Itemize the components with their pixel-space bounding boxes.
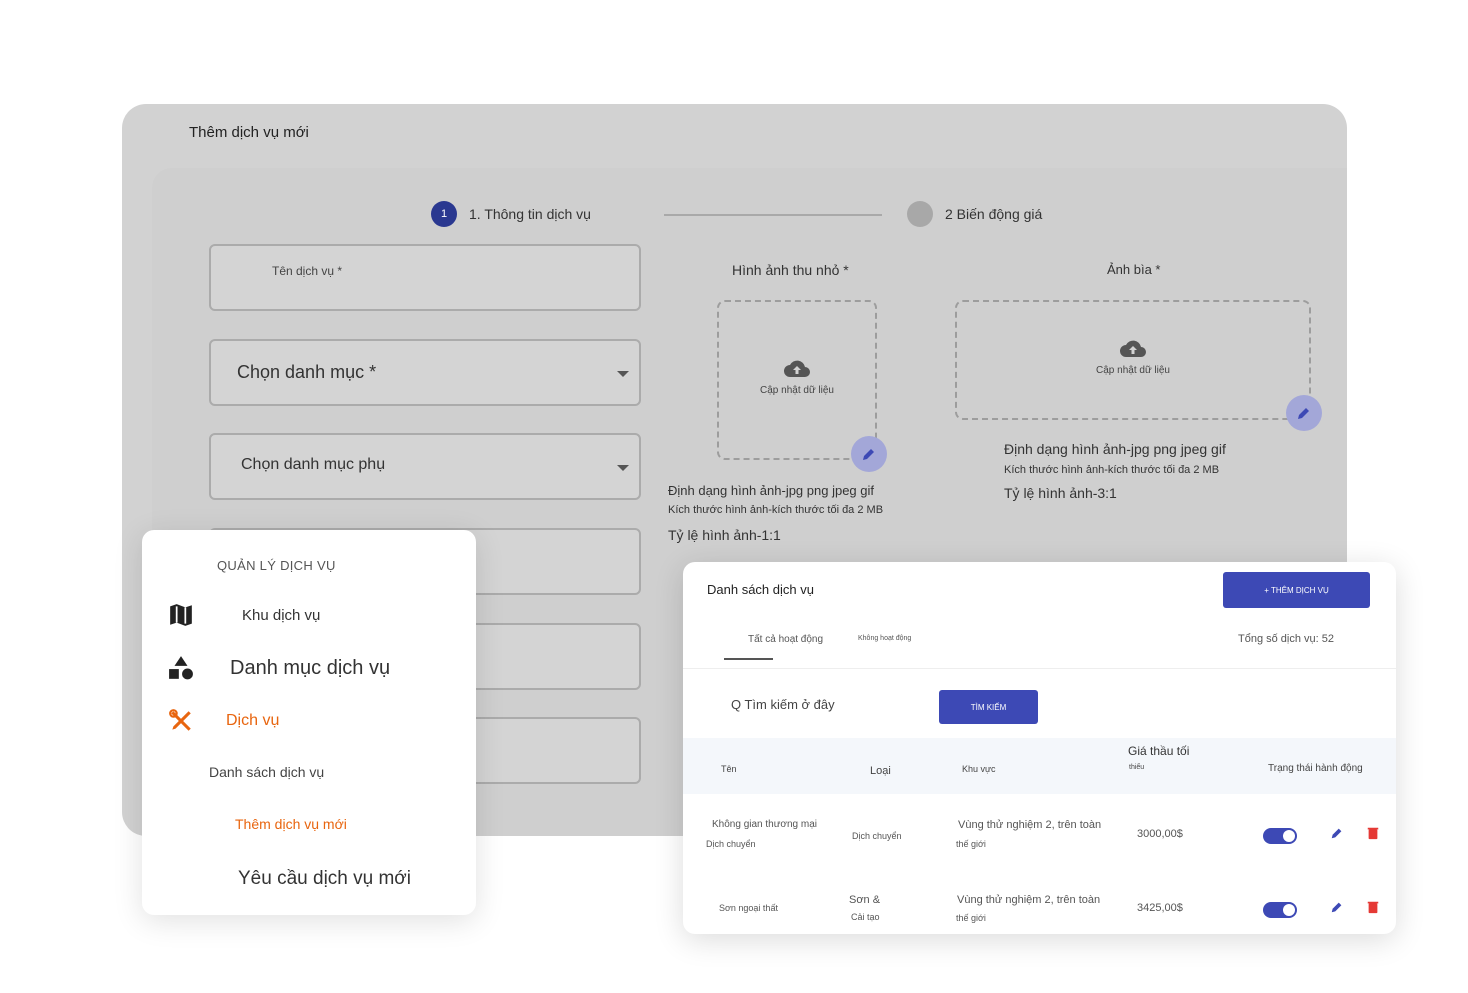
- menu-item-services[interactable]: Dịch vụ: [168, 708, 279, 734]
- category-placeholder: Chọn danh mục *: [237, 362, 377, 382]
- row-area: Vùng thử nghiệm 2, trên toàn: [958, 819, 1102, 831]
- row-type-line2: Cải tạo: [851, 912, 880, 922]
- search-button[interactable]: TÌM KIẾM: [939, 690, 1038, 724]
- menu-item-service-areas[interactable]: Khu dịch vụ: [168, 602, 320, 628]
- row-name: Sơn ngoại thất: [719, 903, 778, 913]
- service-name-field[interactable]: Tên dịch vụ *: [209, 244, 641, 311]
- column-area: Khu vực: [962, 764, 996, 774]
- menu-item-service-categories[interactable]: Danh mục dịch vụ: [168, 655, 390, 681]
- total-services-count: Tổng số dịch vụ: 52: [1237, 633, 1334, 645]
- table-header: Tên Loại Khu vực Giá thầu tối thiểu Trạn…: [683, 738, 1396, 794]
- row-price: 3000,00$: [1137, 828, 1183, 840]
- menu-heading: QUẢN LÝ DỊCH VỤ: [217, 558, 336, 573]
- thumbnail-label: Hình ảnh thu nhỏ *: [732, 262, 849, 278]
- column-min-bid-line2: thiểu: [1129, 764, 1145, 771]
- column-name: Tên: [721, 764, 737, 774]
- menu-item-label: Danh sách dịch vụ: [209, 764, 325, 780]
- cover-format-note: Định dạng hình ảnh-jpg png jpeg gif: [1004, 441, 1226, 457]
- edit-icon[interactable]: [1330, 826, 1344, 840]
- chevron-down-icon: [617, 371, 629, 377]
- thumbnail-dropzone[interactable]: Cập nhật dữ liệu: [717, 300, 877, 460]
- step-dot: [907, 201, 933, 227]
- cloud-upload-icon: [784, 360, 810, 377]
- cloud-upload-icon: [1120, 340, 1146, 357]
- row-area: Vùng thử nghiệm 2, trên toàn: [957, 894, 1101, 906]
- trash-icon[interactable]: [1366, 900, 1380, 914]
- subcategory-placeholder: Chọn danh mục phụ: [241, 456, 386, 473]
- step-label: 2 Biến động giá: [945, 206, 1043, 222]
- thumbnail-size-note: Kích thước hình ảnh-kích thước tối đa 2 …: [668, 504, 884, 516]
- row-area-line2: thế giới: [956, 839, 986, 849]
- step-number-badge: 1: [431, 201, 457, 227]
- shapes-icon: [169, 656, 193, 680]
- cover-edit-button[interactable]: [1286, 395, 1322, 431]
- row-price: 3425,00$: [1137, 902, 1183, 914]
- add-service-button[interactable]: + THÊM DỊCH VỤ: [1223, 572, 1370, 608]
- thumbnail-ratio-note: Tỷ lệ hình ảnh-1:1: [668, 527, 781, 543]
- column-type: Loại: [870, 765, 891, 777]
- subcategory-select[interactable]: Chọn danh mục phụ: [209, 433, 641, 500]
- column-min-bid: Giá thầu tối: [1128, 744, 1190, 758]
- trash-icon[interactable]: [1366, 826, 1380, 840]
- service-management-menu: QUẢN LÝ DỊCH VỤ Khu dịch vụ Danh mục dịc…: [142, 530, 476, 915]
- menu-item-label: Yêu cầu dịch vụ mới: [238, 868, 411, 889]
- row-name-line2: Dịch chuyển: [706, 839, 756, 849]
- thumbnail-format-note: Định dạng hình ảnh-jpg png jpeg gif: [668, 483, 874, 498]
- pencil-icon: [1298, 408, 1309, 419]
- status-tabs: Tất cả hoạt động Không hoạt động Tổng số…: [683, 618, 1396, 669]
- menu-item-add-service[interactable]: Thêm dịch vụ mới: [235, 816, 347, 832]
- row-name: Không gian thương mại: [712, 819, 817, 830]
- tab-all-active[interactable]: Tất cả hoạt động: [748, 634, 823, 645]
- row-type: Dịch chuyển: [852, 831, 902, 841]
- tab-inactive[interactable]: Không hoạt động: [858, 635, 911, 642]
- menu-item-label: Khu dịch vụ: [242, 606, 321, 624]
- search-placeholder: Q Tìm kiếm ở đây: [731, 697, 835, 712]
- upload-text: Cập nhật dữ liệu: [1096, 365, 1170, 376]
- row-type: Sơn &: [849, 894, 881, 906]
- row-area-line2: thế giới: [956, 913, 986, 923]
- service-name-placeholder: Tên dịch vụ *: [272, 264, 343, 278]
- status-toggle[interactable]: [1263, 902, 1297, 918]
- upload-text: Cập nhật dữ liệu: [760, 385, 834, 396]
- status-toggle[interactable]: [1263, 828, 1297, 844]
- search-input[interactable]: Q Tìm kiếm ở đây: [723, 690, 939, 722]
- stepper-connector: [664, 214, 882, 216]
- thumbnail-edit-button[interactable]: [851, 436, 887, 472]
- menu-item-label: Danh mục dịch vụ: [230, 656, 391, 679]
- column-status-actions: Trạng thái hành động: [1268, 763, 1363, 774]
- edit-icon[interactable]: [1330, 900, 1344, 914]
- service-list-card: Danh sách dịch vụ + THÊM DỊCH VỤ Tất cả …: [683, 562, 1396, 934]
- map-icon: [170, 604, 192, 626]
- step-price-changes[interactable]: 2 Biến động giá: [907, 201, 1042, 227]
- menu-item-service-list[interactable]: Danh sách dịch vụ: [209, 764, 324, 780]
- pencil-icon: [863, 449, 874, 460]
- chevron-down-icon: [617, 465, 629, 471]
- cover-label: Ảnh bìa *: [1107, 262, 1161, 277]
- tools-icon: [169, 709, 191, 731]
- step-service-info[interactable]: 1 1. Thông tin dịch vụ: [431, 201, 591, 227]
- cover-ratio-note: Tỷ lệ hình ảnh-3:1: [1004, 485, 1117, 501]
- service-list-title: Danh sách dịch vụ: [707, 582, 814, 597]
- menu-item-label: Dịch vụ: [226, 712, 280, 729]
- cover-dropzone[interactable]: Cập nhật dữ liệu: [955, 300, 1311, 420]
- cover-size-note: Kích thước hình ảnh-kích thước tối đa 2 …: [1004, 464, 1220, 476]
- active-tab-indicator: [724, 658, 773, 660]
- menu-item-new-service-requests[interactable]: Yêu cầu dịch vụ mới: [238, 868, 411, 890]
- step-label: 1. Thông tin dịch vụ: [469, 206, 591, 222]
- page-title: Thêm dịch vụ mới: [189, 124, 309, 141]
- category-select[interactable]: Chọn danh mục *: [209, 339, 641, 406]
- menu-item-label: Thêm dịch vụ mới: [235, 816, 347, 832]
